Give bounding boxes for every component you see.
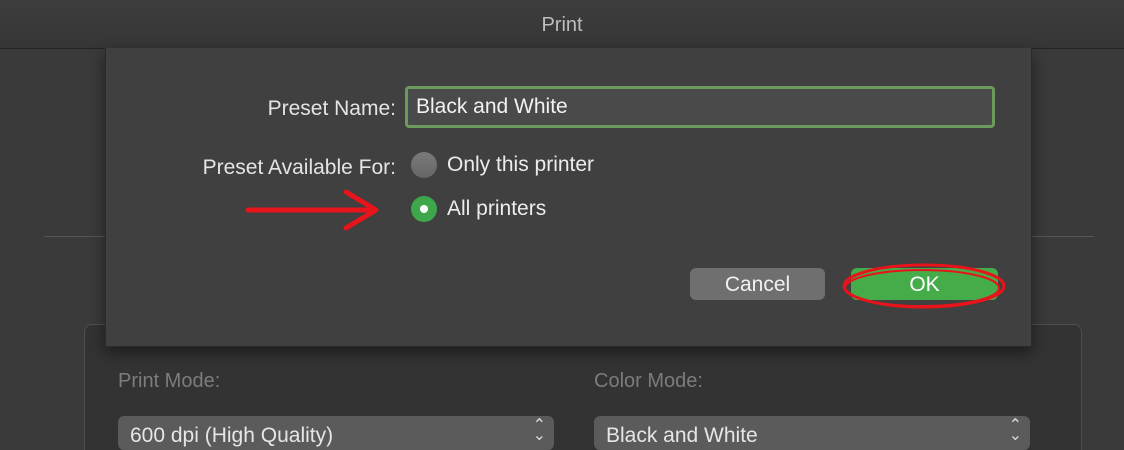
radio-label: Only this printer	[447, 153, 595, 176]
save-preset-sheet: Preset Name: Preset Available For: Only …	[105, 48, 1032, 347]
ok-button[interactable]: OK	[851, 268, 998, 300]
radio-label: All printers	[447, 197, 547, 220]
print-mode-select[interactable]: 600 dpi (High Quality) ⌃ ⌄	[118, 416, 554, 450]
preset-available-label: Preset Available For:	[202, 156, 396, 179]
select-arrows-icon: ⌃ ⌄	[1008, 417, 1022, 444]
title-bar: Print	[0, 0, 1124, 49]
print-mode-value: 600 dpi (High Quality)	[130, 424, 334, 447]
window-title: Print	[541, 14, 583, 36]
preset-name-label: Preset Name:	[267, 97, 396, 120]
preset-name-input[interactable]	[405, 86, 995, 128]
print-mode-label: Print Mode:	[118, 370, 221, 392]
cancel-button[interactable]: Cancel	[690, 268, 825, 300]
color-mode-value: Black and White	[606, 424, 758, 447]
color-mode-label: Color Mode:	[594, 370, 703, 392]
radio-button-icon[interactable]	[411, 152, 437, 178]
radio-button-selected-icon[interactable]	[411, 196, 437, 222]
color-mode-select[interactable]: Black and White ⌃ ⌄	[594, 416, 1030, 450]
separator-line-right	[1030, 236, 1094, 237]
select-arrows-icon: ⌃ ⌄	[532, 417, 546, 444]
print-window: Print Print Mode: Color Mode: 600 dpi (H…	[0, 0, 1124, 450]
separator-line-left	[44, 236, 108, 237]
